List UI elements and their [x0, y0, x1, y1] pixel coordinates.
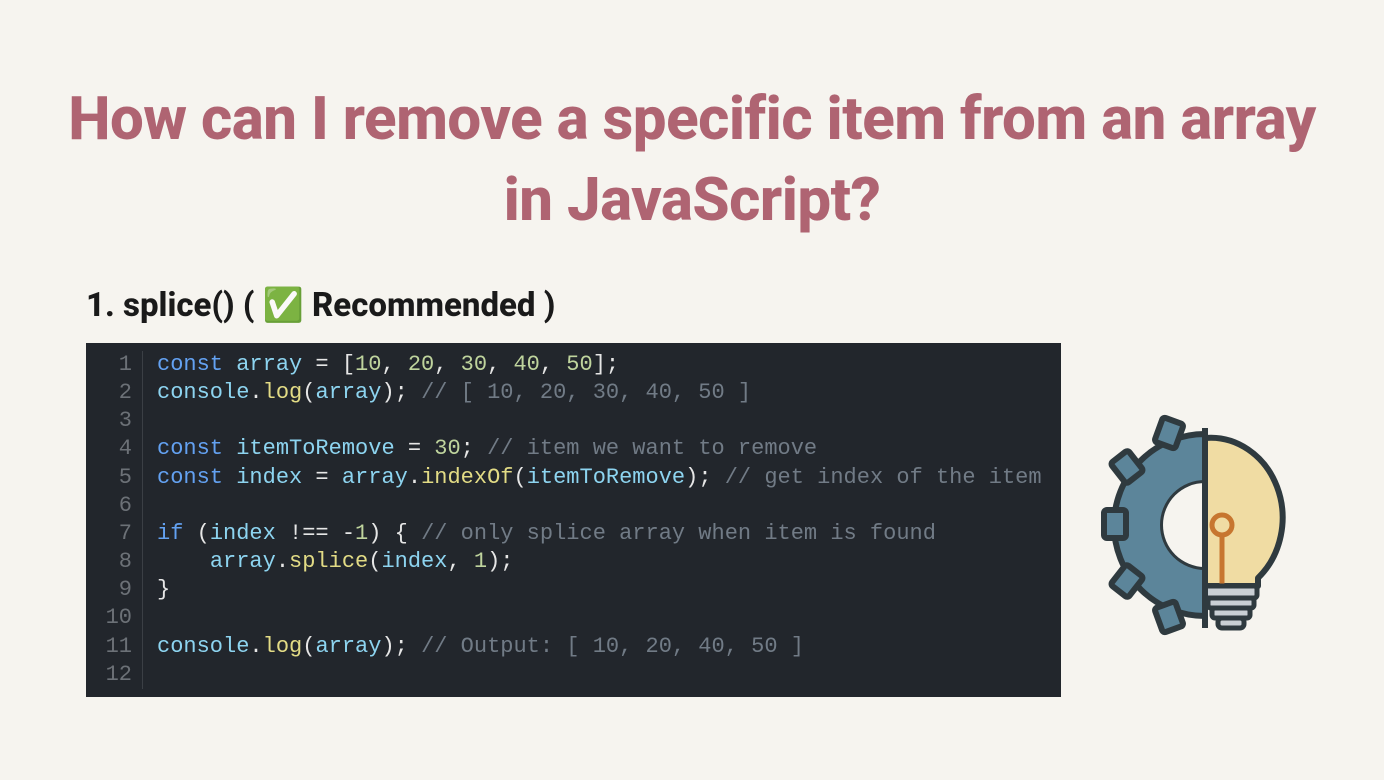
line-number: 9 [104, 576, 132, 604]
line-number: 7 [104, 520, 132, 548]
section-heading: 1. splice() ( ✅ Recommended ) [0, 240, 1384, 343]
line-number: 6 [104, 492, 132, 520]
code-gutter: 123456789101112 [86, 351, 143, 689]
code-line: if (index !== -1) { // only splice array… [157, 520, 1042, 548]
code-block: 123456789101112 const array = [10, 20, 3… [86, 343, 1061, 697]
code-line: console.log(array); // Output: [ 10, 20,… [157, 633, 1042, 661]
line-number: 1 [104, 351, 132, 379]
line-number: 12 [104, 661, 132, 689]
code-line [157, 492, 1042, 520]
code-line: const array = [10, 20, 30, 40, 50]; [157, 351, 1042, 379]
line-number: 11 [104, 633, 132, 661]
gear-bulb-illustration [1090, 410, 1320, 640]
line-number: 5 [104, 464, 132, 492]
code-content: const array = [10, 20, 30, 40, 50];conso… [143, 351, 1042, 689]
code-line: array.splice(index, 1); [157, 548, 1042, 576]
line-number: 10 [104, 604, 132, 632]
code-line [157, 604, 1042, 632]
code-line [157, 661, 1042, 689]
code-line: const index = array.indexOf(itemToRemove… [157, 464, 1042, 492]
code-line: const itemToRemove = 30; // item we want… [157, 435, 1042, 463]
line-number: 3 [104, 407, 132, 435]
page-title: How can I remove a specific item from an… [0, 0, 1384, 240]
code-line: } [157, 576, 1042, 604]
line-number: 4 [104, 435, 132, 463]
line-number: 8 [104, 548, 132, 576]
line-number: 2 [104, 379, 132, 407]
code-line [157, 407, 1042, 435]
lightbulb-icon [1205, 438, 1283, 628]
code-line: console.log(array); // [ 10, 20, 30, 40,… [157, 379, 1042, 407]
